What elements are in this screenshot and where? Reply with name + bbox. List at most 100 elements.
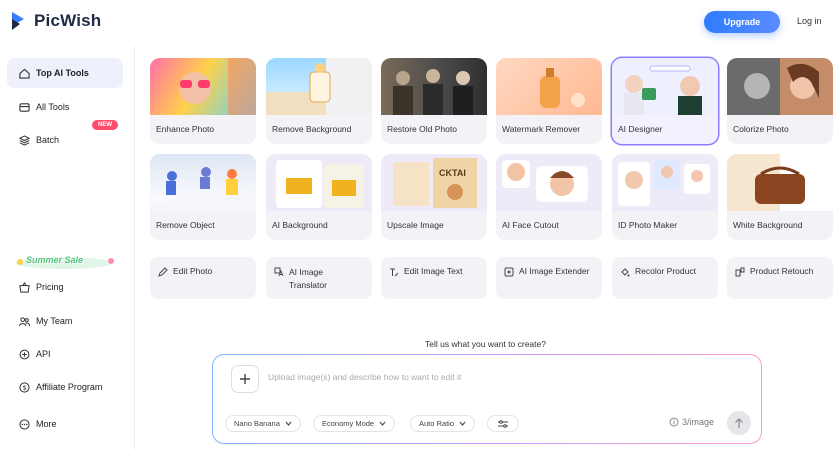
enhance-photo-thumbnail <box>150 58 256 115</box>
top-bar: PicWish Upgrade Log in <box>0 0 835 46</box>
card-ai-designer[interactable]: AI Designer <box>612 58 718 144</box>
tool-label: AI Image Extender <box>519 266 590 276</box>
tool-label: Product Retouch <box>750 266 814 276</box>
card-label: Upscale Image <box>387 220 444 230</box>
card-label: Colorize Photo <box>733 124 789 134</box>
tool-label: Edit Image Text <box>404 266 463 276</box>
api-icon <box>19 349 30 359</box>
picwish-logo-icon <box>12 12 24 30</box>
layers-icon <box>19 134 30 146</box>
restore-old-photo-thumbnail <box>381 58 487 115</box>
sidebar-item-label: Pricing <box>36 282 64 292</box>
card-enhance-photo[interactable]: Enhance Photo <box>150 58 256 144</box>
arrow-up-icon <box>735 417 743 428</box>
card-label: AI Face Cutout <box>502 220 559 230</box>
translate-icon <box>274 267 284 277</box>
chevron-down-icon <box>379 421 386 426</box>
white-background-thumbnail <box>727 154 833 211</box>
remove-background-thumbnail <box>266 58 372 115</box>
card-label: AI Designer <box>618 124 663 134</box>
card-label: Restore Old Photo <box>387 124 457 134</box>
mode-dropdown-label: Economy Mode <box>322 419 375 428</box>
info-icon <box>669 417 679 427</box>
card-label: ID Photo Maker <box>618 220 678 230</box>
sidebar-item-label: All Tools <box>36 102 70 112</box>
new-badge: NEW <box>92 120 118 130</box>
credits-indicator: 3/image <box>669 417 714 427</box>
grid-icon <box>19 102 30 112</box>
basket-icon <box>19 281 30 293</box>
card-remove-object[interactable]: Remove Object <box>150 154 256 240</box>
card-label: Remove Background <box>272 124 352 134</box>
card-label: Remove Object <box>156 220 215 230</box>
card-remove-background[interactable]: Remove Background <box>266 58 372 144</box>
brand-logo[interactable]: PicWish <box>10 10 101 32</box>
recolor-icon <box>621 268 630 277</box>
extend-icon <box>504 267 514 277</box>
plus-icon <box>240 374 250 384</box>
sidebar-item-label: API <box>36 349 51 359</box>
sliders-icon <box>498 419 508 428</box>
sidebar-item-label: My Team <box>36 316 73 326</box>
summer-sale-text: Summer Sale <box>26 255 84 265</box>
sidebar-item-api[interactable]: API <box>7 339 123 369</box>
tool-edit-image-text[interactable]: Edit Image Text <box>381 257 487 299</box>
card-upscale-image[interactable]: CKTAI Upscale Image <box>381 154 487 240</box>
tool-product-retouch[interactable]: Product Retouch <box>727 257 833 299</box>
sidebar-item-all-tools[interactable]: All Tools <box>7 92 123 122</box>
tool-edit-photo[interactable]: Edit Photo <box>150 257 256 299</box>
ai-designer-thumbnail <box>612 58 718 115</box>
model-dropdown-label: Nano Banana <box>234 419 280 428</box>
tool-label: Recolor Product <box>635 266 696 276</box>
ratio-dropdown-label: Auto Ratio <box>419 419 455 428</box>
card-restore-old-photo[interactable]: Restore Old Photo <box>381 58 487 144</box>
home-icon <box>19 68 30 79</box>
tool-ai-image-extender[interactable]: AI Image Extender <box>496 257 602 299</box>
card-ai-background[interactable]: AI Background <box>266 154 372 240</box>
svg-text:CKTAI: CKTAI <box>439 168 466 178</box>
sidebar-item-label: Batch <box>36 135 60 145</box>
upgrade-button[interactable]: Upgrade <box>704 11 780 33</box>
model-dropdown[interactable]: Nano Banana <box>225 415 301 432</box>
card-ai-face-cutout[interactable]: AI Face Cutout <box>496 154 602 240</box>
upload-image-button[interactable] <box>231 365 259 393</box>
retouch-icon <box>735 267 745 277</box>
sidebar-item-label: More <box>36 419 57 429</box>
mode-dropdown[interactable]: Economy Mode <box>313 415 396 432</box>
card-label: Enhance Photo <box>156 124 215 134</box>
prompt-input[interactable]: Upload image(s) and describe how to want… <box>268 372 461 382</box>
card-colorize-photo[interactable]: Colorize Photo <box>727 58 833 144</box>
sidebar-item-my-team[interactable]: My Team <box>7 306 123 336</box>
dollar-icon: $ <box>19 381 30 393</box>
credits-text: 3/image <box>682 417 715 427</box>
ai-face-cutout-thumbnail <box>496 154 602 211</box>
sidebar-item-label: Top AI Tools <box>36 68 89 78</box>
brand-name: PicWish <box>34 11 102 30</box>
card-label: White Background <box>733 220 803 230</box>
summer-sale-banner[interactable]: Summer Sale <box>14 253 116 271</box>
card-label: Watermark Remover <box>502 124 581 134</box>
sidebar-item-top-ai-tools[interactable]: Top AI Tools <box>7 58 123 88</box>
colorize-photo-thumbnail <box>727 58 833 115</box>
team-icon <box>19 316 30 326</box>
ratio-dropdown[interactable]: Auto Ratio <box>410 415 476 432</box>
tool-ai-image-translator[interactable]: AI Image Translator <box>266 257 372 299</box>
more-icon <box>19 418 30 430</box>
card-watermark-remover[interactable]: Watermark Remover <box>496 58 602 144</box>
chevron-down-icon <box>285 421 292 426</box>
main-content: Enhance Photo Remove Background Restore … <box>136 46 835 450</box>
sidebar-item-more[interactable]: More <box>7 409 123 439</box>
settings-button[interactable] <box>487 415 519 432</box>
prompt-box[interactable]: Upload image(s) and describe how to want… <box>212 354 762 444</box>
card-white-background[interactable]: White Background <box>727 154 833 240</box>
card-id-photo-maker[interactable]: ID Photo Maker <box>612 154 718 240</box>
ai-background-thumbnail <box>266 154 372 211</box>
sidebar-item-pricing[interactable]: Pricing <box>7 272 123 302</box>
tool-recolor-product[interactable]: Recolor Product <box>612 257 718 299</box>
id-photo-maker-thumbnail <box>612 154 718 211</box>
login-link[interactable]: Log in <box>797 16 822 26</box>
sidebar-item-affiliate[interactable]: $ Affiliate Program <box>7 372 123 402</box>
send-button[interactable] <box>727 411 751 435</box>
svg-text:$: $ <box>23 384 27 391</box>
chevron-down-icon <box>459 421 466 426</box>
